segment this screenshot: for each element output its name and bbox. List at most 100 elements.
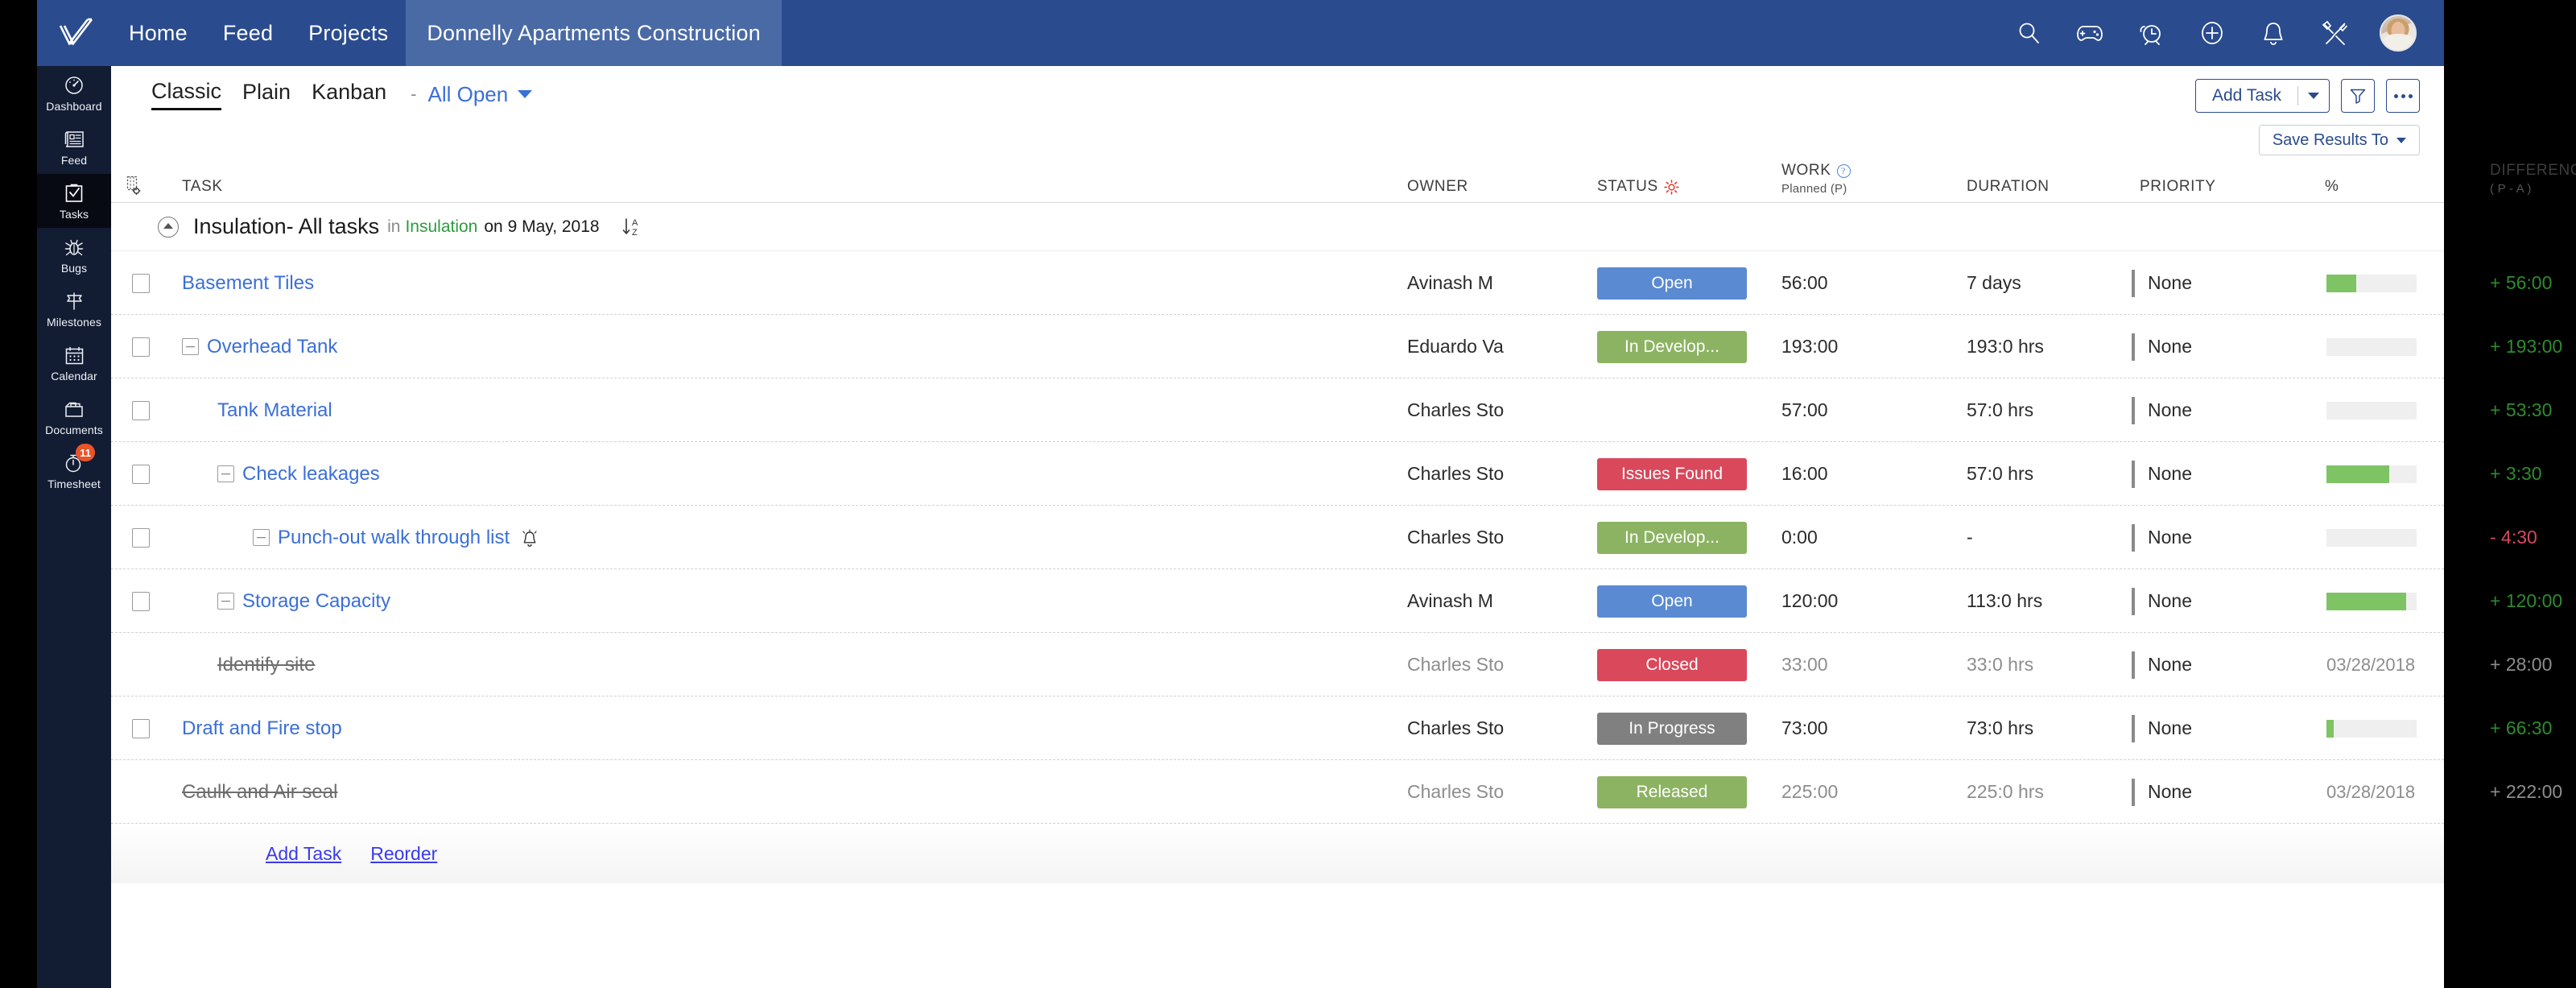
row-checkbox[interactable] bbox=[132, 465, 150, 484]
task-priority[interactable]: None bbox=[2132, 524, 2192, 552]
status-badge[interactable]: In Progress bbox=[1597, 713, 1747, 745]
column-header-percent[interactable]: % bbox=[2325, 178, 2339, 196]
tab-kanban[interactable]: Kanban bbox=[312, 80, 386, 109]
row-checkbox[interactable] bbox=[132, 528, 150, 548]
sidebar-item-feed[interactable]: Feed bbox=[37, 120, 111, 174]
column-header-task[interactable]: TASK bbox=[182, 178, 223, 196]
task-owner[interactable]: Charles Stor bbox=[1407, 717, 1504, 739]
table-row[interactable]: Draft and Fire stop Charles Stor In Progre… bbox=[111, 697, 2444, 760]
task-name-link[interactable]: Punch-out walk through list bbox=[278, 527, 510, 549]
task-priority[interactable]: None bbox=[2132, 270, 2192, 297]
task-name-link[interactable]: Basement Tiles bbox=[182, 272, 314, 295]
task-owner[interactable]: Charles Stor bbox=[1407, 654, 1504, 676]
progress-bar bbox=[2326, 465, 2417, 483]
footer-reorder-link[interactable]: Reorder bbox=[370, 843, 437, 865]
status-badge[interactable]: In Develop... bbox=[1597, 522, 1747, 554]
table-row[interactable]: Check leakagesCharles StorIssues Found16… bbox=[111, 442, 2444, 506]
sidebar-item-bugs[interactable]: Bugs bbox=[37, 228, 111, 282]
sidebar-item-milestones[interactable]: Milestones bbox=[37, 282, 111, 336]
row-expander-icon[interactable] bbox=[217, 465, 234, 482]
table-row[interactable]: Storage CapacityAvinash MOpen120:00113:0… bbox=[111, 569, 2444, 633]
nav-link-projects[interactable]: Projects bbox=[291, 0, 406, 66]
tools-icon[interactable] bbox=[2318, 17, 2351, 49]
more-options-button[interactable] bbox=[2386, 79, 2420, 113]
column-header-status[interactable]: STATUS bbox=[1597, 178, 1679, 196]
table-row[interactable]: Punch-out walk through list Charles Stor I… bbox=[111, 506, 2444, 569]
row-expander-icon[interactable] bbox=[217, 593, 234, 610]
task-priority[interactable]: None bbox=[2132, 588, 2192, 615]
save-results-to-button[interactable]: Save Results To bbox=[2259, 125, 2420, 155]
plus-circle-icon[interactable] bbox=[2196, 17, 2228, 49]
filter-button[interactable] bbox=[2341, 79, 2375, 113]
chevron-up-circle-icon[interactable] bbox=[158, 217, 179, 238]
task-owner[interactable]: Avinash M bbox=[1407, 272, 1504, 294]
column-header-work[interactable]: WORK ? Planned (P) bbox=[1781, 162, 1851, 196]
status-badge[interactable]: In Develop... bbox=[1597, 331, 1747, 363]
column-header-owner[interactable]: OWNER bbox=[1407, 178, 1468, 196]
sidebar-item-dashboard[interactable]: Dashboard bbox=[37, 66, 111, 120]
task-name-link[interactable]: Draft and Fire stop bbox=[182, 717, 342, 740]
help-icon[interactable]: ? bbox=[1837, 164, 1851, 178]
table-row[interactable]: Identify siteCharles StorClosed33:0033:0… bbox=[111, 633, 2444, 697]
row-expander-icon[interactable] bbox=[182, 338, 199, 355]
column-header-difference[interactable]: DIFFERENCE ( P - A ) bbox=[2490, 162, 2576, 196]
row-expander-icon[interactable] bbox=[253, 529, 270, 546]
status-badge[interactable]: Closed bbox=[1597, 649, 1747, 681]
table-row[interactable]: Caulk and Air sealCharles StorReleased22… bbox=[111, 760, 2444, 824]
task-priority[interactable]: None bbox=[2132, 461, 2192, 488]
gear-icon[interactable] bbox=[1664, 180, 1679, 195]
task-group-in-value[interactable]: Insulation bbox=[405, 217, 477, 237]
task-priority[interactable]: None bbox=[2132, 333, 2192, 361]
nav-tab-current-project[interactable]: Donnelly Apartments Construction bbox=[406, 0, 782, 66]
sort-az-icon[interactable]: A Z bbox=[621, 215, 645, 239]
table-row[interactable]: Basement TilesAvinash MOpen56:007 daysNo… bbox=[111, 251, 2444, 315]
nav-link-feed[interactable]: Feed bbox=[205, 0, 291, 66]
task-priority[interactable]: None bbox=[2132, 651, 2192, 679]
task-owner[interactable]: Charles Stor bbox=[1407, 463, 1504, 485]
app-logo[interactable] bbox=[37, 0, 111, 66]
status-badge[interactable]: Open bbox=[1597, 267, 1747, 300]
task-name-link[interactable]: Storage Capacity bbox=[242, 590, 390, 613]
tab-plain[interactable]: Plain bbox=[242, 80, 291, 109]
sidebar-item-documents[interactable]: Documents bbox=[37, 390, 111, 444]
alarm-clock-icon[interactable] bbox=[2135, 17, 2167, 49]
sidebar-item-tasks[interactable]: Tasks bbox=[37, 174, 111, 228]
task-owner[interactable]: Charles Stor bbox=[1407, 527, 1504, 548]
column-header-priority[interactable]: PRIORITY bbox=[2140, 178, 2216, 196]
add-task-dropdown-toggle[interactable] bbox=[2298, 80, 2329, 112]
table-row[interactable]: Tank MaterialCharles StorDesign Res...57… bbox=[111, 378, 2444, 442]
column-settings-icon[interactable] bbox=[126, 176, 143, 199]
avatar[interactable] bbox=[2380, 14, 2417, 52]
nav-link-home[interactable]: Home bbox=[111, 0, 205, 66]
task-name-link[interactable]: Check leakages bbox=[242, 463, 380, 486]
task-name-link[interactable]: Tank Material bbox=[217, 399, 332, 422]
sidebar-item-calendar[interactable]: Calendar bbox=[37, 336, 111, 390]
task-owner[interactable]: Avinash M bbox=[1407, 590, 1504, 612]
filter-dropdown[interactable]: All Open bbox=[427, 82, 532, 107]
status-badge[interactable]: Released bbox=[1597, 776, 1747, 808]
table-row[interactable]: Overhead TankEduardo VarIn Develop...193… bbox=[111, 315, 2444, 378]
status-badge[interactable]: Open bbox=[1597, 585, 1747, 618]
task-priority[interactable]: None bbox=[2132, 397, 2192, 424]
footer-add-task-link[interactable]: Add Task bbox=[266, 843, 341, 865]
status-badge[interactable]: Design Res... bbox=[1597, 395, 1747, 427]
row-checkbox[interactable] bbox=[132, 719, 150, 738]
bell-icon[interactable] bbox=[2257, 17, 2289, 49]
task-owner[interactable]: Charles Stor bbox=[1407, 781, 1504, 803]
task-owner[interactable]: Eduardo Var bbox=[1407, 336, 1504, 358]
task-priority[interactable]: None bbox=[2132, 779, 2192, 806]
row-checkbox[interactable] bbox=[132, 401, 150, 420]
row-checkbox[interactable] bbox=[132, 274, 150, 293]
status-badge[interactable]: Issues Found bbox=[1597, 458, 1747, 490]
row-checkbox[interactable] bbox=[132, 337, 150, 357]
sidebar-item-timesheet[interactable]: 11 Timesheet bbox=[37, 444, 111, 498]
tab-classic[interactable]: Classic bbox=[151, 79, 221, 110]
task-name-link[interactable]: Overhead Tank bbox=[207, 336, 337, 358]
task-priority[interactable]: None bbox=[2132, 715, 2192, 742]
add-task-button[interactable]: Add Task bbox=[2195, 79, 2330, 113]
row-checkbox[interactable] bbox=[132, 592, 150, 611]
search-icon[interactable] bbox=[2013, 17, 2045, 49]
task-owner[interactable]: Charles Stor bbox=[1407, 399, 1504, 421]
gamepad-icon[interactable] bbox=[2074, 17, 2106, 49]
column-header-duration[interactable]: DURATION bbox=[1967, 178, 2050, 196]
